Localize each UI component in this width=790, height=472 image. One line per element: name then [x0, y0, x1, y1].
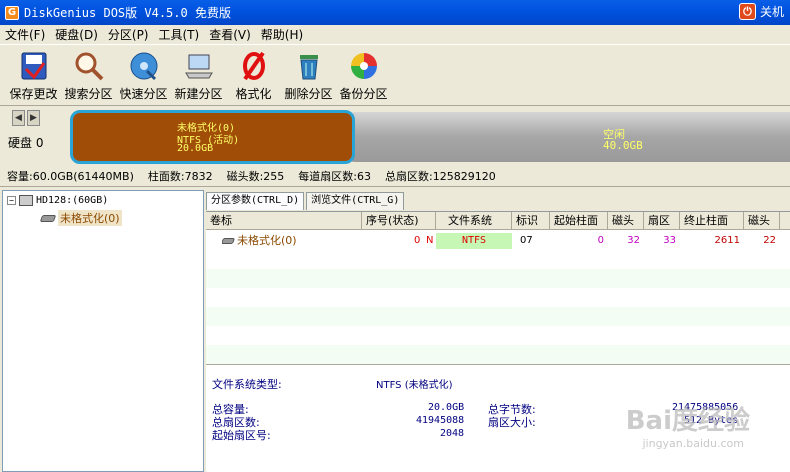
menu-view[interactable]: 查看(V): [204, 26, 256, 43]
col-sector[interactable]: 扇区: [644, 212, 680, 230]
col-head[interactable]: 磁头: [608, 212, 644, 230]
empty-row: [206, 345, 790, 364]
row-label: 未格式化(0): [237, 234, 297, 247]
collapse-icon[interactable]: −: [7, 196, 16, 205]
search-icon: [74, 50, 104, 82]
watermark-logo: Bai度经验: [625, 406, 750, 436]
sector-size-label: 扇区大小:: [488, 416, 536, 429]
menu-disk[interactable]: 硬盘(D): [50, 26, 103, 43]
tab-strip: 分区参数(CTRL_D) 浏览文件(CTRL_G): [206, 192, 406, 210]
tree-disk-node[interactable]: − HD128:(60GB): [7, 195, 108, 206]
col-label[interactable]: 卷标: [206, 212, 362, 230]
harddisk-icon: [19, 195, 33, 206]
fs-type-label: 文件系统类型:: [212, 378, 282, 391]
menu-bar: 文件(F) 硬盘(D) 分区(P) 工具(T) 查看(V) 帮助(H): [0, 25, 790, 45]
start-sector-label: 起始扇区号:: [212, 429, 271, 442]
row-fs: NTFS: [436, 233, 512, 249]
empty-row: [206, 307, 790, 326]
capacity-value: 20.0GB: [428, 402, 465, 413]
format-button[interactable]: 格式化: [226, 46, 281, 104]
next-disk-button[interactable]: ▶: [27, 110, 40, 126]
info-total-sectors: 总扇区数:125829120: [385, 169, 496, 183]
disk-map: ◀ ▶ 硬盘 0 空闲 40.0GB 未格式化(0) NTFS (活动) 20.…: [0, 107, 790, 165]
free-space-block[interactable]: 空闲 40.0GB: [345, 112, 790, 162]
backup-icon: [349, 50, 379, 82]
disk-info-line: 容量:60.0GB(61440MB) 柱面数:7832 磁头数:255 每道扇区…: [0, 165, 790, 187]
disk-tree: − HD128:(60GB) 未格式化(0): [2, 190, 204, 472]
menu-partition[interactable]: 分区(P): [103, 26, 154, 43]
watermark-url: jingyan.baidu.com: [642, 437, 744, 450]
title-bar: G DiskGenius DOS版 V4.5.0 免费版 ⏻ 关机: [0, 0, 790, 25]
col-fs[interactable]: 文件系统: [436, 212, 512, 230]
partition-icon: [222, 238, 236, 244]
row-end-head: 22: [763, 235, 776, 246]
start-sector-value: 2048: [440, 428, 465, 439]
app-icon: G: [5, 5, 19, 20]
menu-help[interactable]: 帮助(H): [256, 26, 308, 43]
partition-block[interactable]: 未格式化(0) NTFS (活动) 20.0GB: [70, 110, 355, 164]
menu-tools[interactable]: 工具(T): [154, 26, 205, 43]
backup-partition-button[interactable]: 备份分区: [336, 46, 391, 104]
window-title: DiskGenius DOS版 V4.5.0 免费版: [24, 6, 231, 20]
save-button[interactable]: 保存更改: [6, 46, 61, 104]
power-icon: ⏻: [738, 3, 756, 20]
poweroff-label: 关机: [759, 5, 784, 19]
partition-icon: [39, 214, 57, 222]
col-more: [780, 212, 790, 230]
empty-row: [206, 269, 790, 288]
info-sectors-per-track: 每道扇区数:63: [298, 169, 371, 183]
table-header: 卷标 序号(状态) 文件系统 标识 起始柱面 磁头 扇区 终止柱面 磁头: [206, 212, 790, 230]
computer-icon: [184, 50, 214, 82]
row-sector: 33: [663, 235, 676, 246]
col-id[interactable]: 标识: [512, 212, 550, 230]
col-start-cyl[interactable]: 起始柱面: [550, 212, 608, 230]
trash-icon: [294, 50, 324, 82]
row-end-cyl: 2611: [714, 235, 740, 246]
partition-size: 20.0GB: [177, 143, 214, 154]
free-size: 40.0GB: [603, 139, 643, 152]
search-partition-button[interactable]: 搜索分区: [61, 46, 116, 104]
info-cylinders: 柱面数:7832: [147, 169, 213, 183]
col-index[interactable]: 序号(状态): [362, 212, 436, 230]
row-head: 32: [627, 235, 640, 246]
row-start-cyl: 0: [597, 235, 604, 246]
row-index: 0: [414, 235, 421, 246]
partition-table: 卷标 序号(状态) 文件系统 标识 起始柱面 磁头 扇区 终止柱面 磁头 未格式…: [206, 211, 790, 364]
tab-partition-params[interactable]: 分区参数(CTRL_D): [206, 192, 305, 210]
menu-file[interactable]: 文件(F): [0, 26, 50, 43]
save-icon: [19, 50, 49, 82]
poweroff-button[interactable]: ⏻ 关机: [738, 3, 784, 20]
disc-icon: [129, 50, 159, 82]
disk-label: 硬盘 0: [8, 136, 44, 150]
tab-browse-files[interactable]: 浏览文件(CTRL_G): [306, 192, 405, 210]
info-heads: 磁头数:255: [226, 169, 285, 183]
new-partition-button[interactable]: 新建分区: [171, 46, 226, 104]
col-end-head[interactable]: 磁头: [744, 212, 780, 230]
row-status: N: [426, 235, 434, 246]
col-end-cyl[interactable]: 终止柱面: [680, 212, 744, 230]
prev-disk-button[interactable]: ◀: [12, 110, 25, 126]
table-row[interactable]: 未格式化(0) 0 N NTFS 07 0 32 33 2611 22: [206, 233, 790, 249]
total-sectors-value: 41945088: [416, 415, 465, 426]
quick-partition-button[interactable]: 快速分区: [116, 46, 171, 104]
row-id: 07: [520, 235, 533, 246]
toolbar: 保存更改 搜索分区 快速分区 新建分区 格式化 删除分区 备份分区: [0, 46, 790, 106]
fs-type-value: NTFS (未格式化): [376, 380, 453, 391]
tree-partition-node[interactable]: 未格式化(0): [39, 210, 122, 226]
delete-partition-button[interactable]: 删除分区: [281, 46, 336, 104]
format-icon: [239, 50, 269, 82]
info-capacity: 容量:60.0GB(61440MB): [7, 169, 134, 183]
